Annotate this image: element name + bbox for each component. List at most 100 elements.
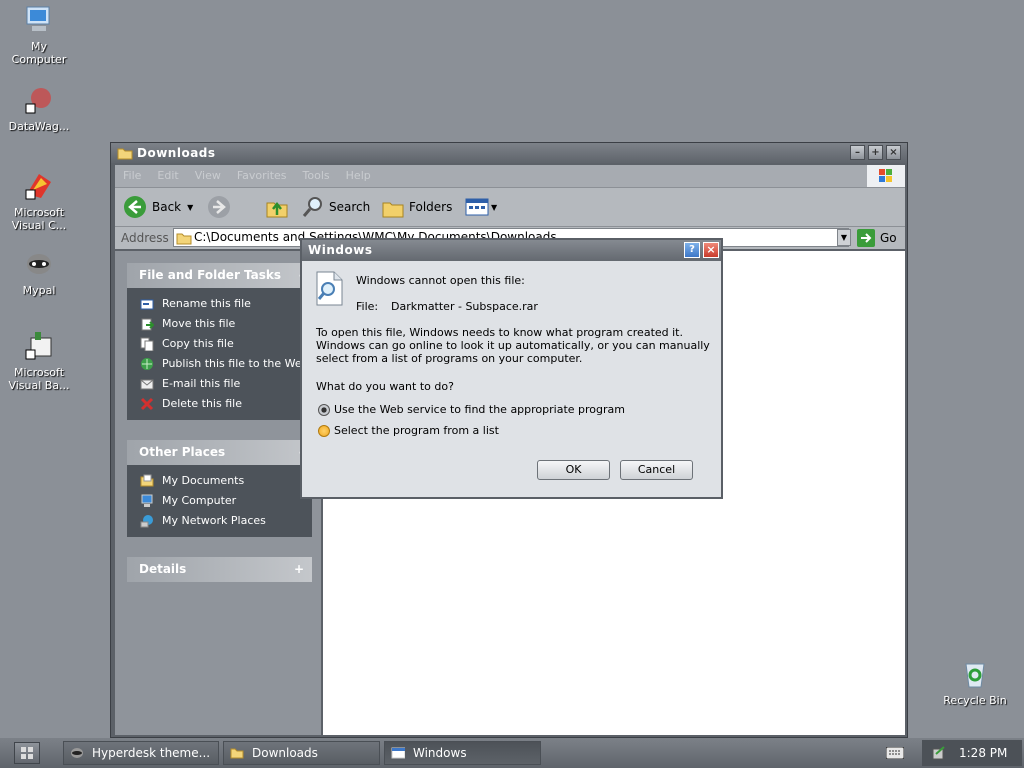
task-email[interactable]: E-mail this file <box>127 374 312 394</box>
desktop-icon-my-computer[interactable]: My Computer <box>1 4 77 66</box>
option-select-program-label[interactable]: Select the program from a list <box>334 424 499 437</box>
my-documents-icon <box>140 474 154 487</box>
cancel-button[interactable]: Cancel <box>620 460 693 480</box>
panel-header[interactable]: Details + <box>127 557 312 582</box>
task-label: Rename this file <box>162 297 251 310</box>
menu-help[interactable]: Help <box>338 165 379 187</box>
back-dropdown-icon[interactable]: ▼ <box>187 203 193 212</box>
publish-web-icon <box>141 358 153 370</box>
recycle-bin-icon <box>959 658 991 690</box>
minimize-button[interactable]: – <box>850 145 865 160</box>
task-label: Downloads <box>252 746 318 760</box>
place-my-documents[interactable]: My Documents <box>127 471 312 491</box>
folder-icon <box>176 233 192 245</box>
desktop-icon-visual-c[interactable]: Microsoft Visual C... <box>1 170 77 232</box>
panel-title: File and Folder Tasks <box>139 268 282 282</box>
go-label: Go <box>880 231 897 245</box>
details-panel: Details + <box>127 557 312 582</box>
views-button[interactable]: ▼ <box>465 194 497 220</box>
folder-icon <box>117 148 133 160</box>
up-folder-icon <box>266 201 288 218</box>
task-label: Hyperdesk theme... <box>92 746 211 760</box>
windows-logo-icon <box>867 165 905 187</box>
panel-header[interactable]: Other Places- <box>127 440 312 465</box>
file-folder-tasks-panel: File and Folder Tasks- Rename this file … <box>127 263 312 420</box>
close-button[interactable]: × <box>703 242 719 258</box>
desktop-icon-label: Microsoft Visual Ba... <box>8 366 70 392</box>
task-rename[interactable]: Rename this file <box>127 294 312 314</box>
menu-view[interactable]: View <box>187 165 229 187</box>
forward-arrow-icon <box>208 196 230 218</box>
explorer-titlebar[interactable]: Downloads – + × <box>111 143 907 163</box>
folder-icon <box>230 748 244 759</box>
go-arrow-icon <box>857 229 875 247</box>
task-move[interactable]: Move this file <box>127 314 312 334</box>
task-publish[interactable]: Publish this file to the Web <box>127 354 312 374</box>
place-label: My Documents <box>162 474 245 487</box>
email-icon <box>140 379 154 390</box>
views-dropdown-icon: ▼ <box>491 202 498 212</box>
unknown-file-icon <box>316 271 343 306</box>
rename-icon <box>140 299 154 310</box>
option-web-service-label[interactable]: Use the Web service to find the appropri… <box>334 403 625 416</box>
keyboard-icon[interactable] <box>886 747 904 759</box>
radio-web-service[interactable] <box>318 404 330 416</box>
panel-header[interactable]: File and Folder Tasks- <box>127 263 312 288</box>
maximize-button[interactable]: + <box>868 145 883 160</box>
dialog-title: Windows <box>308 243 373 257</box>
desktop-icon-recycle-bin[interactable]: Recycle Bin <box>936 658 1014 707</box>
folders-button[interactable]: Folders <box>381 194 452 220</box>
task-label: Move this file <box>162 317 236 330</box>
up-folder-button[interactable] <box>265 194 289 220</box>
tray-app-icon[interactable] <box>932 746 946 760</box>
address-label: Address <box>121 231 169 245</box>
task-windows-dialog[interactable]: Windows <box>384 741 541 765</box>
datawag-icon <box>23 84 55 116</box>
address-dropdown-icon[interactable]: ▼ <box>837 229 851 246</box>
menu-tools[interactable]: Tools <box>295 165 338 187</box>
dialog-message: Windows cannot open this file: <box>356 274 525 287</box>
radio-select-program[interactable] <box>318 425 330 437</box>
dialog-titlebar[interactable]: Windows ? × <box>302 240 721 261</box>
task-copy[interactable]: Copy this file <box>127 334 312 354</box>
ok-button[interactable]: OK <box>537 460 610 480</box>
my-computer-icon <box>141 494 153 507</box>
toolbar: Back ▼ Search Folders ▼ <box>115 188 905 227</box>
task-label: Windows <box>413 746 467 760</box>
desktop-icon-datawag[interactable]: DataWag... <box>1 84 77 133</box>
desktop-icon-label: DataWag... <box>8 120 70 133</box>
clock[interactable]: 1:28 PM <box>959 746 1007 760</box>
start-icon <box>21 747 33 759</box>
hyperdesk-icon <box>71 748 83 758</box>
move-icon <box>141 318 154 331</box>
my-computer-icon <box>23 4 55 36</box>
go-button[interactable]: Go <box>857 229 897 247</box>
back-arrow-icon <box>124 196 146 218</box>
menu-file[interactable]: File <box>115 165 149 187</box>
place-my-network[interactable]: My Network Places <box>127 511 312 531</box>
menu-edit[interactable]: Edit <box>149 165 186 187</box>
back-button[interactable]: Back ▼ <box>123 194 193 220</box>
close-button[interactable]: × <box>886 145 901 160</box>
help-button[interactable]: ? <box>684 242 700 258</box>
menu-bar: File Edit View Favorites Tools Help <box>115 165 905 188</box>
file-name: Darkmatter - Subspace.rar <box>391 300 538 313</box>
search-icon <box>302 197 322 217</box>
task-delete[interactable]: Delete this file <box>127 394 312 414</box>
start-button[interactable] <box>14 742 40 764</box>
place-label: My Computer <box>162 494 237 507</box>
views-icon <box>465 198 489 216</box>
forward-button[interactable] <box>207 194 231 220</box>
search-button[interactable]: Search <box>301 194 370 220</box>
task-hyperdesk[interactable]: Hyperdesk theme... <box>63 741 219 765</box>
other-places-panel: Other Places- My Documents My Computer M… <box>127 440 312 537</box>
taskbar: Hyperdesk theme... Downloads Windows 1:2… <box>0 738 1024 768</box>
desktop-icon-mypal[interactable]: Mypal <box>1 248 77 297</box>
desktop-icon-label: Recycle Bin <box>943 694 1007 707</box>
desktop-icon-visual-basic[interactable]: Microsoft Visual Ba... <box>1 330 77 392</box>
place-my-computer[interactable]: My Computer <box>127 491 312 511</box>
expand-icon[interactable]: + <box>294 557 304 582</box>
task-downloads[interactable]: Downloads <box>223 741 380 765</box>
mypal-icon <box>23 248 55 280</box>
menu-favorites[interactable]: Favorites <box>229 165 295 187</box>
